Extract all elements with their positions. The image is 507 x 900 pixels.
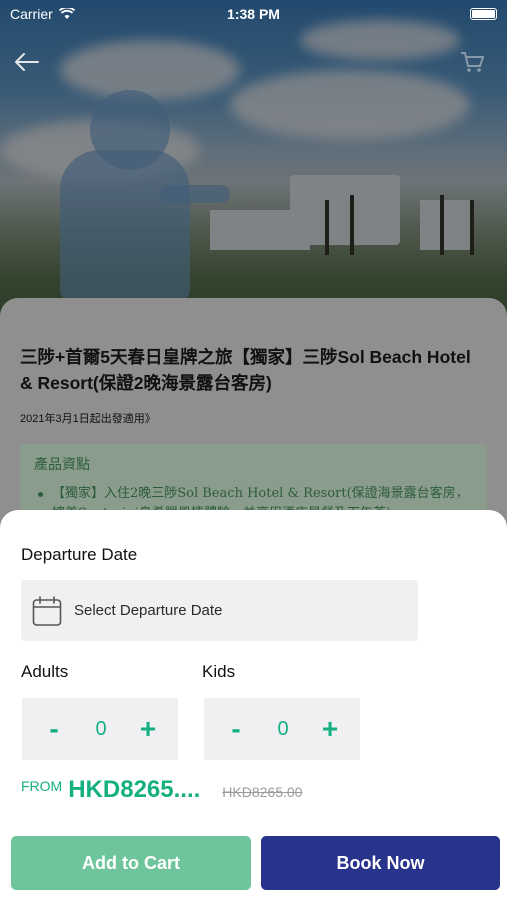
back-arrow-icon[interactable] [12,50,40,74]
from-label: FROM [21,778,63,794]
price-row: FROM HKD8265.... HKD8265.00 [21,776,302,804]
status-time: 1:38 PM [227,6,280,22]
adults-minus-button[interactable]: - [42,715,66,743]
kids-plus-button[interactable]: + [318,715,342,743]
kids-count: 0 [277,717,289,740]
kids-minus-button[interactable]: - [224,715,248,743]
adults-stepper: - 0 + [22,698,178,760]
adults-label: Adults [21,662,69,681]
adults-count: 0 [95,717,107,740]
book-now-button[interactable]: Book Now [261,836,500,890]
adults-plus-button[interactable]: + [136,715,160,743]
product-subtitle: 2021年3月1日起出發適用》 [20,413,156,425]
info-heading: 產品資點 [34,456,90,472]
current-price: HKD8265.... [68,776,201,803]
kids-stepper: - 0 + [204,698,360,760]
status-bar: Carrier 1:38 PM [0,0,507,28]
original-price: HKD8265.00 [222,784,303,800]
calendar-icon [32,595,62,626]
cart-icon[interactable] [459,50,485,74]
date-placeholder: Select Departure Date [74,602,223,619]
booking-sheet: Departure Date Select Departure Date Adu… [0,510,507,900]
product-title: 三陟+首爾5天春日皇牌之旅【獨家】三陟Sol Beach Hotel & Res… [20,347,471,393]
departure-date-field[interactable]: Select Departure Date [21,580,418,641]
battery-icon [470,8,497,20]
hero-image [0,0,507,330]
add-to-cart-button[interactable]: Add to Cart [11,836,251,890]
departure-date-label: Departure Date [21,545,138,564]
kids-label: Kids [202,662,236,681]
